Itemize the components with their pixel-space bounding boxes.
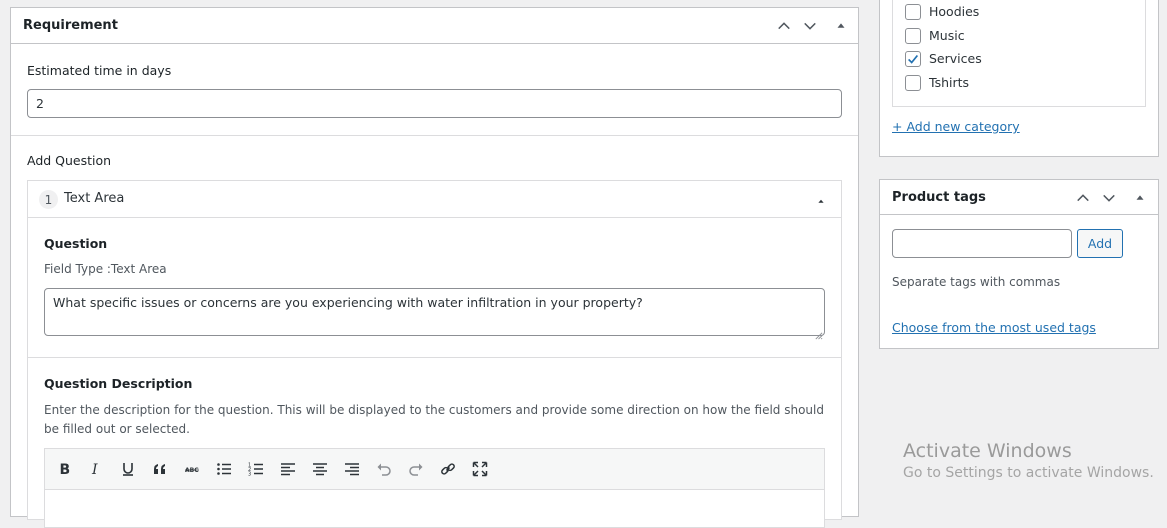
category-label-tshirts: Tshirts <box>929 75 970 90</box>
align-center-button[interactable] <box>308 457 332 481</box>
requirement-title: Requirement <box>23 18 118 33</box>
strikethrough-button[interactable]: ABC <box>180 457 204 481</box>
insert-link-button[interactable] <box>436 457 460 481</box>
tags-move-down-button[interactable] <box>1098 187 1120 209</box>
choose-most-used-tags-link[interactable]: Choose from the most used tags <box>892 320 1096 335</box>
add-question-label: Add Question <box>27 153 112 168</box>
bold-button[interactable]: B <box>52 457 76 481</box>
estimated-time-input[interactable] <box>27 89 842 118</box>
question-item: 1 Text Area Question Field Type :Text Ar… <box>27 180 842 528</box>
move-up-button[interactable] <box>773 15 795 37</box>
editor-toolbar: B I ABC 123 <box>45 449 824 490</box>
redo-button[interactable] <box>404 457 428 481</box>
activate-windows-title: Activate Windows <box>903 440 1072 462</box>
activate-windows-subtitle: Go to Settings to activate Windows. <box>903 465 1154 481</box>
question-divider <box>28 357 841 358</box>
question-type-title: Text Area <box>64 191 125 206</box>
field-type-text: Field Type :Text Area <box>44 262 167 276</box>
svg-text:I: I <box>91 462 98 477</box>
collapse-toggle[interactable] <box>814 193 828 207</box>
category-label-hoodies: Hoodies <box>929 4 980 19</box>
question-description-label: Question Description <box>44 376 193 391</box>
product-categories-panel: Hoodies Music Services Tshirts + Add new… <box>879 0 1159 157</box>
tags-help-text: Separate tags with commas <box>892 275 1061 289</box>
chevron-down-icon <box>804 22 816 30</box>
numbered-list-icon: 123 <box>248 463 263 478</box>
category-checkbox-tshirts[interactable] <box>905 75 921 91</box>
svg-text:ABC: ABC <box>185 467 199 474</box>
bullet-list-button[interactable] <box>212 457 236 481</box>
category-label-music: Music <box>929 28 965 43</box>
category-checkbox-services[interactable] <box>905 51 921 67</box>
undo-button[interactable] <box>372 457 396 481</box>
question-textarea[interactable]: What specific issues or concerns are you… <box>44 288 825 336</box>
align-right-button[interactable] <box>340 457 364 481</box>
fullscreen-icon <box>472 461 488 477</box>
bullet-list-icon <box>217 463 231 475</box>
bold-icon: B <box>60 462 71 477</box>
align-left-icon <box>281 463 295 476</box>
align-center-icon <box>313 463 327 476</box>
redo-icon <box>409 463 423 476</box>
category-label-services: Services <box>929 51 982 66</box>
chevron-up-icon <box>778 22 790 30</box>
blockquote-button[interactable] <box>148 457 172 481</box>
link-icon <box>441 463 455 475</box>
underline-button[interactable] <box>116 457 140 481</box>
category-list: Hoodies Music Services Tshirts <box>892 0 1146 107</box>
fullscreen-button[interactable] <box>468 457 492 481</box>
caret-up-icon <box>837 23 845 28</box>
requirement-header: Requirement <box>11 8 858 44</box>
category-checkbox-music[interactable] <box>905 28 921 44</box>
tags-move-up-button[interactable] <box>1072 187 1094 209</box>
section-divider <box>11 135 858 136</box>
svg-text:3: 3 <box>248 472 251 478</box>
align-left-button[interactable] <box>276 457 300 481</box>
add-tag-button[interactable]: Add <box>1077 229 1123 258</box>
question-number-badge: 1 <box>39 190 58 209</box>
product-tags-panel: Product tags Add Separate tags with comm… <box>879 179 1159 349</box>
caret-up-icon <box>1136 195 1144 200</box>
requirement-panel: Requirement Estimated time in days Add Q… <box>10 7 859 528</box>
quote-icon <box>154 464 165 474</box>
move-down-button[interactable] <box>799 15 821 37</box>
product-tags-header: Product tags <box>880 180 1158 215</box>
add-new-category-link[interactable]: + Add new category <box>892 119 1020 134</box>
product-tags-title: Product tags <box>892 190 986 205</box>
question-item-header[interactable]: 1 Text Area <box>28 181 841 218</box>
align-right-icon <box>345 463 359 476</box>
numbered-list-button[interactable]: 123 <box>244 457 268 481</box>
italic-icon: I <box>91 462 98 477</box>
category-checkbox-hoodies[interactable] <box>905 4 921 20</box>
strikethrough-icon: ABC <box>185 467 199 474</box>
italic-button[interactable]: I <box>84 457 108 481</box>
estimated-time-label: Estimated time in days <box>27 63 172 78</box>
toggle-panel-button[interactable] <box>830 15 852 37</box>
underline-icon <box>123 463 133 476</box>
checkmark-icon <box>908 54 919 64</box>
question-description-help: Enter the description for the question. … <box>44 403 824 436</box>
chevron-down-icon <box>1103 194 1115 202</box>
new-tag-input[interactable] <box>892 229 1072 258</box>
caret-up-icon <box>818 199 824 203</box>
question-label: Question <box>44 236 108 251</box>
svg-text:B: B <box>60 462 71 477</box>
chevron-up-icon <box>1077 194 1089 202</box>
resize-handle-icon[interactable] <box>814 325 823 340</box>
undo-icon <box>377 463 391 476</box>
tags-toggle-panel-button[interactable] <box>1129 187 1151 209</box>
description-editor: B I ABC 123 <box>44 448 825 528</box>
